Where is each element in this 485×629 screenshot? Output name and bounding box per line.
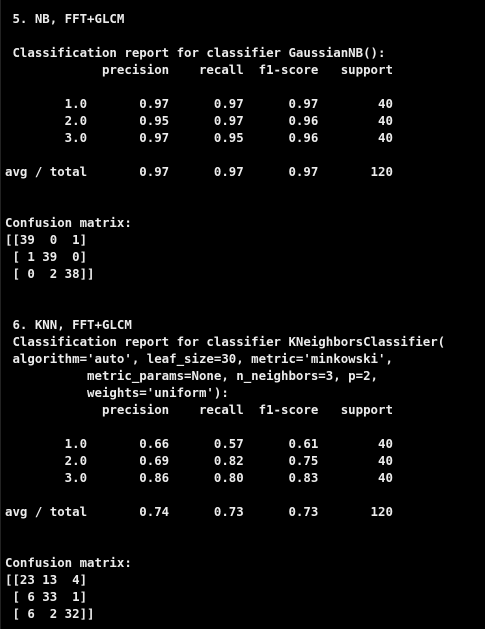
terminal-line: [ 6 33 1] xyxy=(5,589,88,604)
terminal-line: 2.0 0.95 0.97 0.96 40 xyxy=(5,113,393,128)
terminal-line: 3.0 0.86 0.80 0.83 40 xyxy=(5,470,393,485)
terminal-line: weights='uniform'): xyxy=(5,385,229,400)
terminal-line: 1.0 0.97 0.97 0.97 40 xyxy=(5,96,393,111)
terminal-line: [ 6 2 32]] xyxy=(5,606,95,621)
terminal-line: algorithm='auto', leaf_size=30, metric='… xyxy=(5,351,393,366)
terminal-left-edge xyxy=(0,0,1,629)
terminal-line: avg / total 0.97 0.97 0.97 120 xyxy=(5,164,393,179)
terminal-line: 2.0 0.69 0.82 0.75 40 xyxy=(5,453,393,468)
terminal-line: [[23 13 4] xyxy=(5,572,88,587)
terminal-line: 5. NB, FFT+GLCM xyxy=(5,11,125,26)
terminal-line: 1.0 0.66 0.57 0.61 40 xyxy=(5,436,393,451)
terminal-line: Confusion matrix: xyxy=(5,555,132,570)
terminal-line: 3.0 0.97 0.95 0.96 40 xyxy=(5,130,393,145)
terminal-line: [[39 0 1] xyxy=(5,232,88,247)
terminal-line: Classification report for classifier KNe… xyxy=(5,334,446,349)
terminal-line: Classification report for classifier Gau… xyxy=(5,45,386,60)
terminal-line: [ 0 2 38]] xyxy=(5,266,95,281)
terminal-output: 5. NB, FFT+GLCM Classification report fo… xyxy=(0,0,485,629)
terminal-line: precision recall f1-score support xyxy=(5,62,393,77)
terminal-line: 6. KNN, FFT+GLCM xyxy=(5,317,132,332)
terminal-line: precision recall f1-score support xyxy=(5,402,393,417)
terminal-line: metric_params=None, n_neighbors=3, p=2, xyxy=(5,368,378,383)
terminal-line: [ 1 39 0] xyxy=(5,249,88,264)
terminal-line: avg / total 0.74 0.73 0.73 120 xyxy=(5,504,393,519)
terminal-line: Confusion matrix: xyxy=(5,215,132,230)
